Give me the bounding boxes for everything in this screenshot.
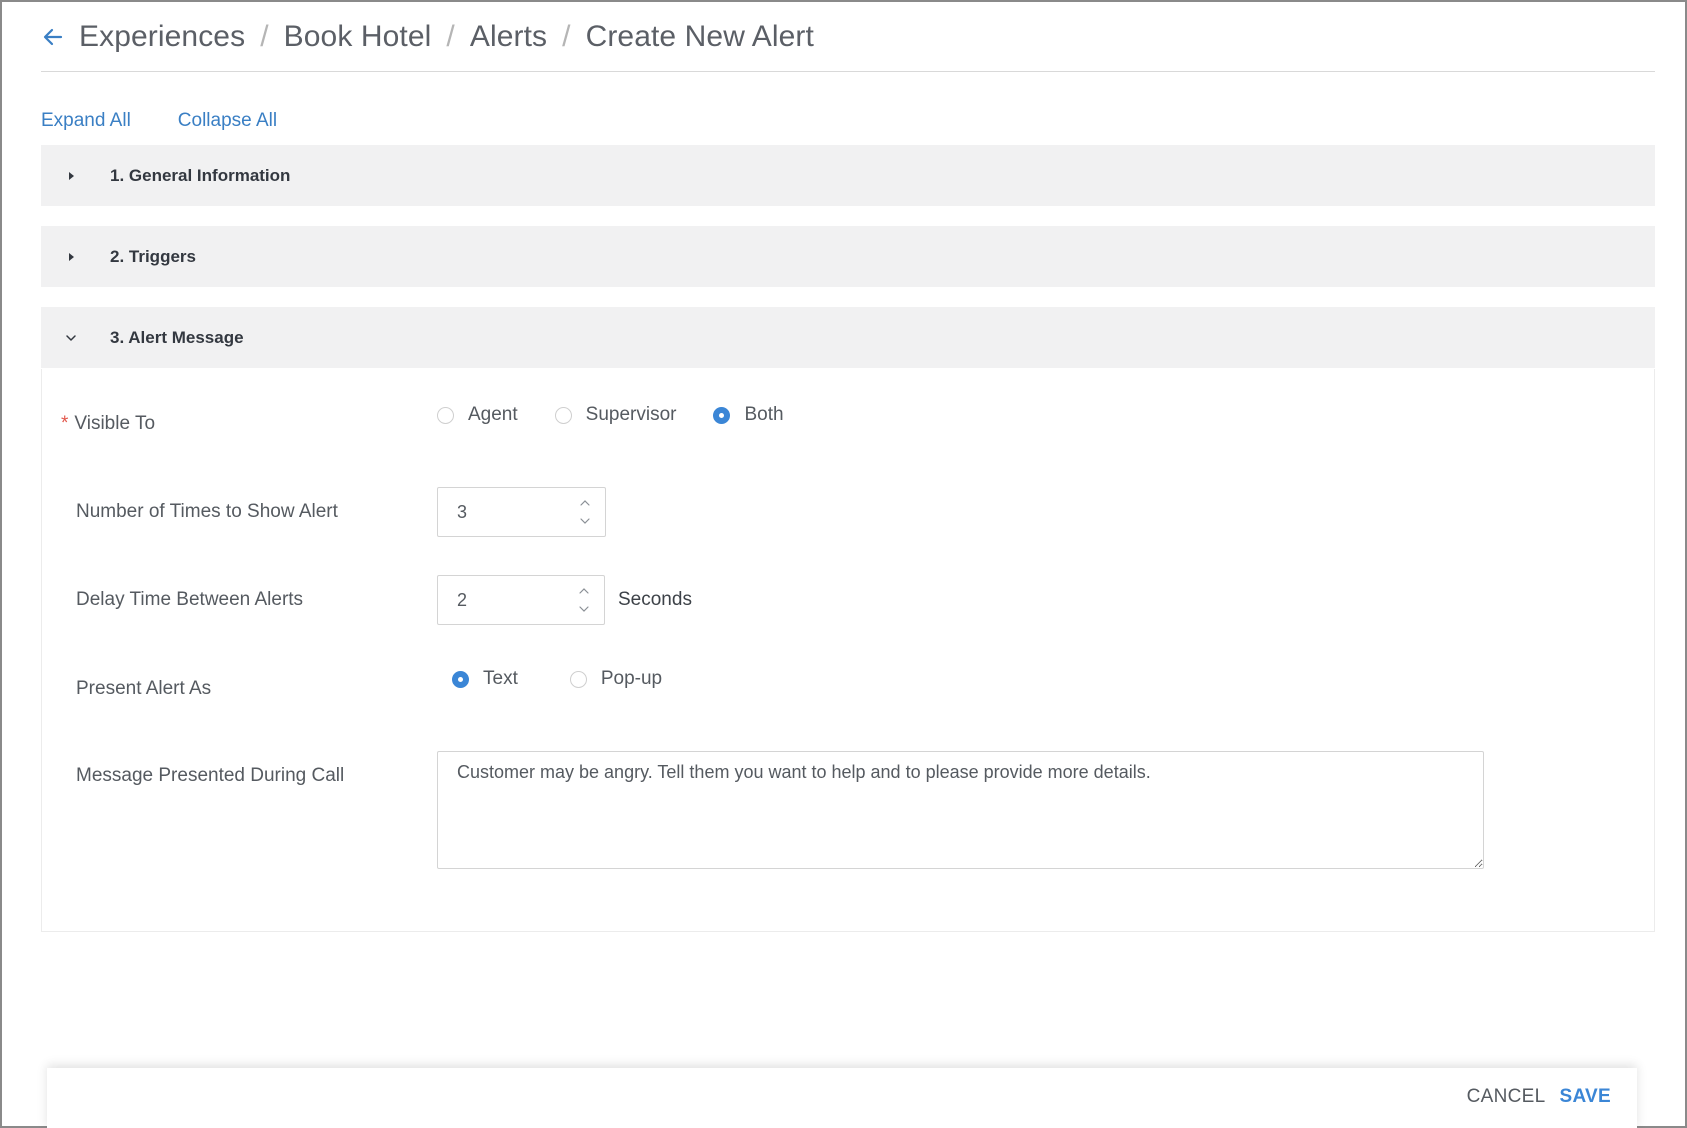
section-title: 2. Triggers [110, 246, 196, 266]
radio-unchecked-icon [569, 670, 587, 688]
visible-to-label-text: Visible To [74, 413, 156, 434]
message-textarea[interactable] [437, 751, 1484, 869]
delay-unit-label: Seconds [618, 589, 692, 610]
footer-action-bar: CANCEL SAVE [47, 1068, 1637, 1128]
visible-to-label: * Visible To [61, 413, 155, 435]
message-label: Message Presented During Call [76, 765, 345, 786]
times-to-show-input[interactable] [457, 501, 577, 523]
times-to-show-stepper [437, 487, 606, 537]
radio-label: Agent [468, 404, 518, 425]
visible-to-both-radio[interactable]: Both [713, 404, 784, 426]
section-general-information[interactable]: 1. General Information [41, 145, 1655, 206]
stepper-controls [579, 496, 591, 526]
chevron-down-icon[interactable] [579, 514, 591, 526]
radio-label: Text [483, 668, 518, 689]
app-frame: Experiences / Book Hotel / Alerts / Crea… [0, 0, 1687, 1128]
radio-unchecked-icon [554, 406, 572, 424]
delay-between-label: Delay Time Between Alerts [76, 589, 304, 610]
chevron-up-icon[interactable] [578, 584, 590, 596]
radio-label: Pop-up [600, 668, 663, 689]
page-title: Create New Alert [585, 19, 814, 53]
breadcrumb-alerts[interactable]: Alerts [470, 20, 547, 54]
caret-right-icon [59, 171, 83, 181]
present-as-radio-group: Text Pop-up [452, 668, 662, 690]
delay-between-input[interactable] [457, 589, 577, 611]
page-header: Experiences / Book Hotel / Alerts / Crea… [41, 2, 1655, 72]
expand-all-link[interactable]: Expand All [41, 110, 131, 132]
breadcrumb: Experiences / Book Hotel / Alerts / Crea… [79, 20, 814, 54]
radio-unchecked-icon [437, 406, 454, 424]
arrow-left-icon[interactable] [41, 25, 65, 49]
expand-collapse-links: Expand All Collapse All [41, 110, 277, 132]
breadcrumb-experiences[interactable]: Experiences [79, 20, 245, 54]
section-title: 1. General Information [110, 165, 291, 185]
breadcrumb-separator: / [562, 19, 571, 53]
section-triggers[interactable]: 2. Triggers [41, 226, 1655, 287]
radio-checked-icon [713, 406, 731, 424]
section-alert-message[interactable]: 3. Alert Message [41, 307, 1655, 368]
visible-to-radio-group: Agent Supervisor Both [437, 404, 784, 426]
radio-checked-icon [452, 670, 469, 688]
visible-to-supervisor-radio[interactable]: Supervisor [554, 404, 677, 426]
radio-label: Supervisor [585, 404, 677, 425]
present-as-label: Present Alert As [76, 678, 212, 699]
save-button[interactable]: SAVE [1559, 1086, 1611, 1108]
present-as-text-radio[interactable]: Text [452, 668, 518, 690]
breadcrumb-separator: / [260, 19, 269, 53]
breadcrumb-book-hotel[interactable]: Book Hotel [284, 20, 432, 54]
visible-to-agent-radio[interactable]: Agent [437, 404, 518, 426]
breadcrumb-separator: / [446, 19, 455, 53]
chevron-up-icon[interactable] [579, 496, 591, 508]
caret-right-icon [59, 252, 83, 262]
footer-actions: CANCEL SAVE [1467, 1086, 1611, 1108]
delay-between-stepper [437, 575, 605, 625]
required-marker: * [61, 413, 69, 434]
present-as-popup-radio[interactable]: Pop-up [569, 668, 663, 690]
chevron-down-icon [59, 332, 83, 344]
stepper-controls [578, 584, 590, 614]
radio-label: Both [744, 404, 784, 425]
times-to-show-label: Number of Times to Show Alert [76, 501, 338, 522]
chevron-down-icon[interactable] [578, 602, 590, 614]
collapse-all-link[interactable]: Collapse All [178, 110, 277, 132]
cancel-button[interactable]: CANCEL [1467, 1086, 1546, 1108]
section-title: 3. Alert Message [110, 327, 244, 347]
